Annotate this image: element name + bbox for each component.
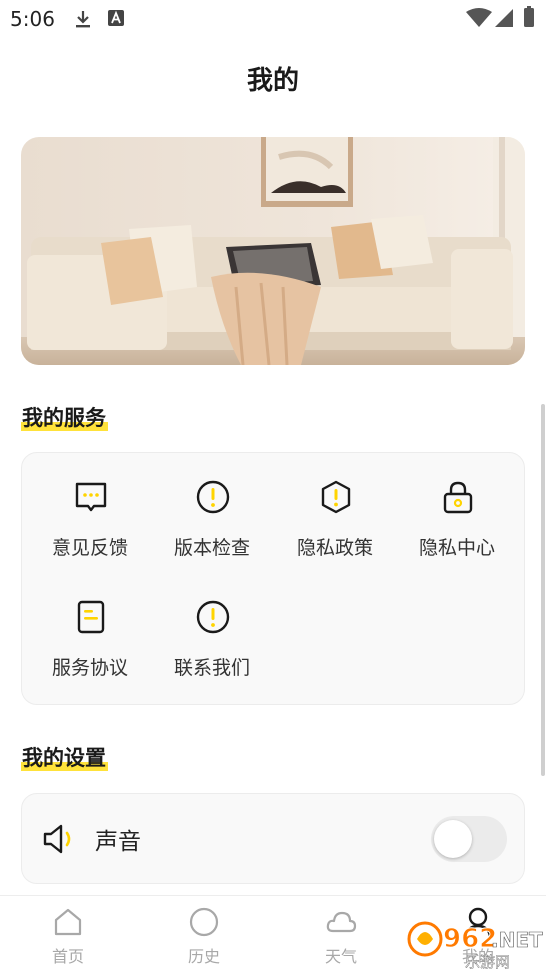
history-circle-icon xyxy=(189,907,219,937)
svg-text:.NET: .NET xyxy=(491,928,543,952)
service-agreement-label: 服务协议 xyxy=(51,657,128,679)
svg-text:962: 962 xyxy=(443,924,497,954)
signal-icon xyxy=(495,9,513,27)
tab-home-label: 首页 xyxy=(51,947,84,966)
tab-home[interactable]: 首页 xyxy=(0,896,136,972)
text-a-icon xyxy=(108,10,124,26)
tab-history[interactable]: 历史 xyxy=(136,896,272,972)
settings-section-title: 我的设置 xyxy=(21,742,108,772)
banner-image[interactable] xyxy=(21,137,525,365)
download-icon xyxy=(76,11,90,28)
scrollbar[interactable] xyxy=(541,404,545,776)
service-feedback-label: 意见反馈 xyxy=(51,537,128,559)
service-privacy-center-label: 隐私中心 xyxy=(418,537,495,559)
shield-hexagon-icon xyxy=(321,480,351,514)
info-circle-icon xyxy=(196,600,230,634)
status-time: 5:06 xyxy=(10,7,55,31)
status-bar: 5:06 xyxy=(0,0,546,38)
sofa-illustration xyxy=(21,137,525,365)
toggle-knob xyxy=(434,820,472,858)
wifi-icon xyxy=(466,8,492,27)
service-contact-us-label: 联系我们 xyxy=(173,657,250,679)
service-privacy-policy[interactable]: 隐私政策 xyxy=(272,453,398,563)
watermark-logo: 962 .NET 乐游网 xyxy=(407,921,543,971)
cloud-icon xyxy=(326,911,357,933)
service-privacy-policy-label: 隐私政策 xyxy=(296,537,373,559)
service-privacy-center[interactable]: 隐私中心 xyxy=(394,453,520,563)
tab-weather[interactable]: 天气 xyxy=(273,896,409,972)
sound-toggle[interactable] xyxy=(431,816,507,862)
page-title: 我的 xyxy=(246,66,299,96)
services-section-title: 我的服务 xyxy=(21,402,108,432)
feedback-chat-icon xyxy=(75,482,107,512)
service-version-check-label: 版本检查 xyxy=(173,537,250,559)
services-title-text: 我的服务 xyxy=(22,406,106,430)
lock-icon xyxy=(443,481,473,514)
service-agreement[interactable]: 服务协议 xyxy=(27,573,153,683)
tab-history-label: 历史 xyxy=(187,947,220,966)
tab-weather-label: 天气 xyxy=(324,947,357,966)
sound-label: 声音 xyxy=(95,829,141,855)
service-feedback[interactable]: 意见反馈 xyxy=(27,453,153,563)
speaker-icon xyxy=(43,824,71,854)
sound-setting-row: 声音 xyxy=(21,793,525,884)
svg-text:乐游网: 乐游网 xyxy=(465,953,510,971)
service-contact-us[interactable]: 联系我们 xyxy=(149,573,275,683)
home-icon xyxy=(54,908,82,936)
info-circle-icon xyxy=(196,480,230,514)
battery-icon xyxy=(524,6,534,27)
service-version-check[interactable]: 版本检查 xyxy=(149,453,275,563)
settings-title-text: 我的设置 xyxy=(22,746,106,770)
document-icon xyxy=(77,600,105,634)
services-card: 意见反馈 版本检查 隐私政策 隐私中心 服务协议 联系我们 xyxy=(21,452,525,705)
